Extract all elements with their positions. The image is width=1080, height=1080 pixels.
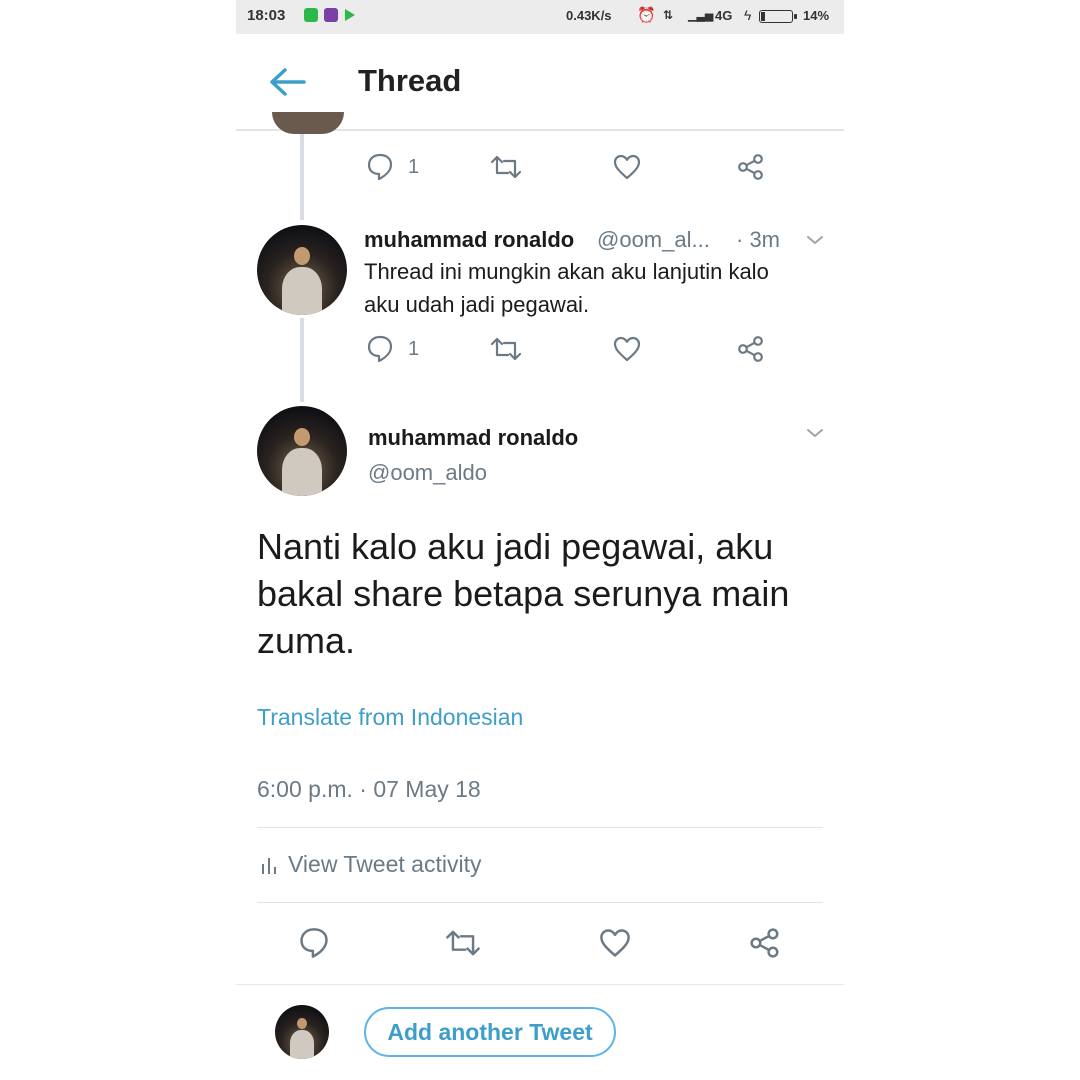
battery-icon — [759, 10, 797, 23]
translate-link[interactable]: Translate from Indonesian — [257, 704, 523, 731]
play-store-icon — [345, 9, 355, 21]
add-another-tweet-button[interactable]: Add another Tweet — [364, 1007, 616, 1057]
retweet-icon — [490, 155, 522, 179]
share-button[interactable] — [748, 926, 782, 960]
view-tweet-activity-label: View Tweet activity — [288, 851, 482, 877]
battery-percent: 14% — [803, 8, 830, 23]
tweet-timestamp: 6:00 p.m. · 07 May 18 — [257, 776, 481, 802]
view-tweet-activity-link[interactable]: View Tweet activity — [260, 851, 481, 878]
heart-icon — [600, 929, 630, 957]
network-speed: 0.43K/s — [566, 8, 612, 23]
like-button[interactable] — [612, 334, 642, 364]
reply-button[interactable] — [298, 926, 330, 960]
tweet-text: Thread ini mungkin akan aku lanjutin kal… — [364, 259, 769, 317]
retweet-icon — [490, 337, 522, 361]
reply-count: 1 — [408, 337, 420, 360]
share-icon — [750, 928, 779, 958]
avatar[interactable] — [257, 225, 347, 315]
heart-icon — [613, 336, 641, 362]
notification-app-icon — [324, 8, 338, 22]
share-button[interactable] — [736, 152, 766, 182]
arrow-left-icon[interactable] — [268, 67, 306, 97]
retweet-button[interactable] — [489, 152, 523, 182]
tweet-author-handle[interactable]: @oom_al... — [597, 227, 710, 253]
notification-app-icon — [304, 8, 318, 22]
avatar — [275, 1005, 329, 1059]
compose-bar: Add another Tweet — [236, 984, 844, 1080]
data-arrows-icon: ⇅ — [663, 8, 674, 22]
reply-icon — [367, 153, 393, 181]
retweet-button[interactable] — [489, 334, 523, 364]
alarm-icon: ⏰ — [637, 7, 656, 24]
share-icon — [738, 154, 763, 180]
like-button[interactable] — [612, 152, 642, 182]
tweet-author-name[interactable]: muhammad ronaldo — [368, 425, 578, 451]
avatar[interactable] — [257, 406, 347, 496]
retweet-icon — [446, 930, 480, 956]
heart-icon — [613, 154, 641, 180]
share-icon — [738, 336, 763, 362]
tweet-author-handle[interactable]: @oom_aldo — [368, 460, 487, 486]
phone-screen: 18:03 0.43K/s ⏰ ⇅ ▁▃▅ 4G ϟ 14% Thread 1 — [236, 0, 844, 1080]
reply-icon — [300, 928, 328, 958]
tweet-text: Nanti kalo aku jadi pegawai, aku bakal s… — [257, 526, 790, 661]
chevron-down-icon[interactable] — [805, 426, 825, 440]
share-button[interactable] — [736, 334, 766, 364]
tweet-author-name[interactable]: muhammad ronaldo — [364, 227, 574, 253]
reply-icon — [367, 335, 393, 363]
divider — [257, 827, 823, 828]
charging-icon: ϟ — [744, 7, 752, 23]
reply-button[interactable]: 1 — [366, 334, 419, 364]
tweet-actions: 1 — [236, 152, 844, 192]
page-title: Thread — [358, 63, 462, 98]
tweet-time: · 3m — [736, 227, 780, 252]
reply-count: 1 — [408, 155, 420, 178]
battery-fill — [761, 12, 765, 21]
avatar[interactable] — [272, 112, 344, 134]
divider — [257, 902, 823, 903]
network-type: 4G — [715, 8, 733, 23]
status-bar: 18:03 0.43K/s ⏰ ⇅ ▁▃▅ 4G ϟ 14% — [236, 0, 844, 34]
tweet-actions — [236, 926, 844, 966]
bar-chart-icon — [262, 857, 276, 874]
like-button[interactable] — [598, 926, 632, 960]
status-time: 18:03 — [247, 7, 286, 24]
chevron-down-icon[interactable] — [805, 233, 825, 247]
retweet-button[interactable] — [444, 926, 482, 960]
reply-button[interactable]: 1 — [366, 152, 419, 182]
signal-bars-icon: ▁▃▅ — [688, 10, 714, 22]
tweet-actions: 1 — [236, 334, 844, 374]
